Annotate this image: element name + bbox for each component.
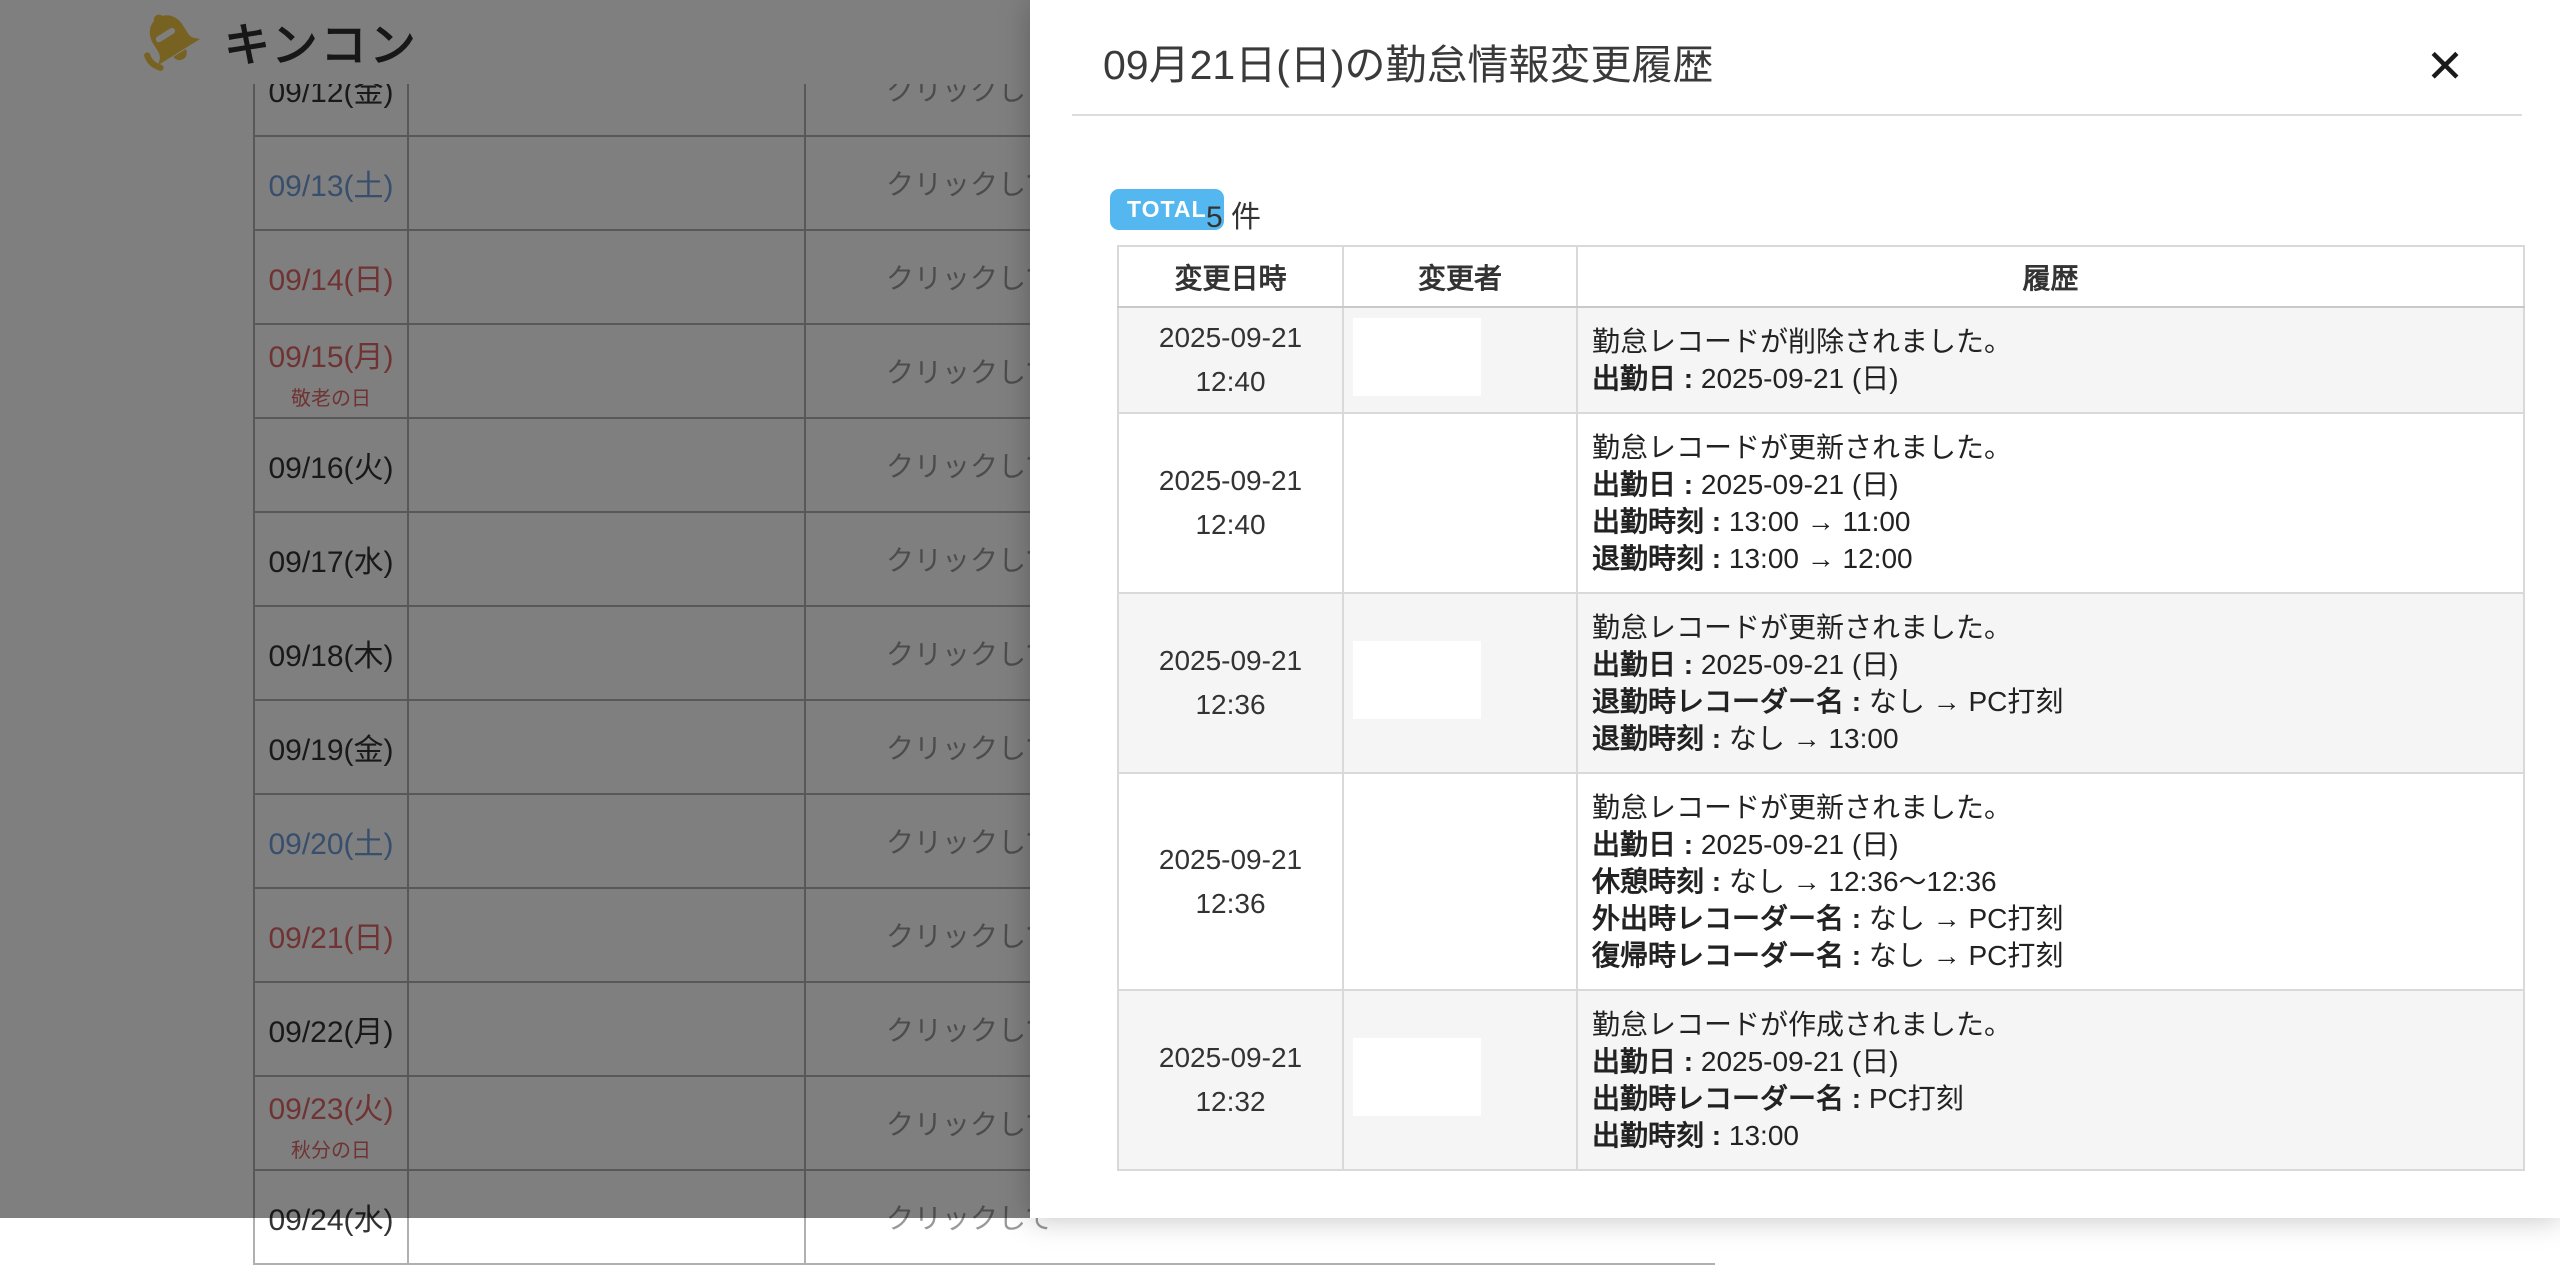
history-field-value: 勤怠レコードが更新されました。: [1592, 792, 2012, 823]
close-icon[interactable]: ✕: [2410, 38, 2480, 94]
change-date: 2025-09-21: [1120, 838, 1341, 882]
history-field-value: 勤怠レコードが削除されました。: [1592, 326, 2012, 357]
history-field-label: 出勤日 :: [1592, 829, 1701, 860]
history-field-label: 出勤日 :: [1592, 363, 1701, 394]
history-line: 出勤日 : 2025-09-21 (日): [1592, 826, 2513, 863]
history-row: 2025-09-2112:36 勤怠レコードが更新されました。出勤日 : 2025…: [1118, 593, 2524, 773]
history-line: 出勤日 : 2025-09-21 (日): [1592, 466, 2513, 503]
history-field-label: 外出時レコーダー名 :: [1592, 903, 1869, 934]
attendance-history-modal: 09月21日(日)の勤怠情報変更履歴 ✕ TOTAL 5 件 変更日時 変更者 …: [1030, 0, 2560, 1218]
change-time: 12:36: [1120, 882, 1341, 926]
redacted-changer-name: [1353, 839, 1481, 917]
history-header-row: 変更日時 変更者 履歴: [1118, 246, 2524, 307]
change-datetime-cell: 2025-09-2112:40: [1118, 413, 1343, 593]
history-field-value: 勤怠レコードが作成されました。: [1592, 1009, 2012, 1040]
header-history: 履歴: [1577, 246, 2524, 307]
changer-cell: [1343, 413, 1577, 593]
history-detail-cell: 勤怠レコードが削除されました。出勤日 : 2025-09-21 (日): [1577, 307, 2524, 413]
change-date: 2025-09-21: [1120, 316, 1341, 360]
history-line: 出勤日 : 2025-09-21 (日): [1592, 1043, 2513, 1080]
history-row: 2025-09-2112:32 勤怠レコードが作成されました。出勤日 : 2025…: [1118, 990, 2524, 1170]
change-time: 12:36: [1120, 683, 1341, 727]
history-field-value: なし → PC打刻: [1869, 686, 2063, 717]
history-field-label: 出勤日 :: [1592, 649, 1701, 680]
redacted-changer-name: [1353, 1038, 1481, 1116]
redacted-changer-name: [1353, 318, 1481, 396]
history-line: 出勤日 : 2025-09-21 (日): [1592, 360, 2513, 397]
changer-cell: [1343, 773, 1577, 990]
history-field-label: 退勤時レコーダー名 :: [1592, 686, 1869, 717]
history-field-value: 勤怠レコードが更新されました。: [1592, 432, 2012, 463]
history-line: 退勤時刻 : 13:00 → 12:00: [1592, 540, 2513, 577]
history-line: 休憩時刻 : なし → 12:36〜12:36: [1592, 863, 2513, 900]
history-table-body: 2025-09-2112:40勤怠レコードが削除されました。出勤日 : 2025…: [1118, 307, 2524, 1170]
history-field-label: 退勤時刻 :: [1592, 723, 1729, 754]
history-row: 2025-09-2112:40 勤怠レコードが更新されました。出勤日 : 2025…: [1118, 413, 2524, 593]
history-table: 変更日時 変更者 履歴 2025-09-2112:40勤怠レコードが削除されまし…: [1117, 245, 2525, 1171]
total-count: 5 件: [1206, 192, 1261, 236]
history-line: 退勤時刻 : なし → 13:00: [1592, 720, 2513, 757]
redacted-changer-name: [1353, 641, 1481, 719]
change-time: 12:40: [1120, 503, 1341, 547]
header-changer: 変更者: [1343, 246, 1577, 307]
change-datetime-cell: 2025-09-2112:36: [1118, 593, 1343, 773]
history-detail-cell: 勤怠レコードが更新されました。出勤日 : 2025-09-21 (日)休憩時刻 …: [1577, 773, 2524, 990]
history-field-value: 2025-09-21 (日): [1701, 1046, 1899, 1077]
history-field-value: 13:00 → 11:00: [1729, 506, 1911, 537]
history-line: 勤怠レコードが更新されました。: [1592, 609, 2513, 646]
change-datetime-cell: 2025-09-2112:36: [1118, 773, 1343, 990]
history-field-label: 出勤時レコーダー名 :: [1592, 1083, 1869, 1114]
history-line: 勤怠レコードが作成されました。: [1592, 1006, 2513, 1043]
history-detail-cell: 勤怠レコードが更新されました。出勤日 : 2025-09-21 (日)退勤時レコ…: [1577, 593, 2524, 773]
header-change-datetime: 変更日時: [1118, 246, 1343, 307]
history-line: 勤怠レコードが更新されました。: [1592, 429, 2513, 466]
history-line: 勤怠レコードが更新されました。: [1592, 789, 2513, 826]
history-line: 外出時レコーダー名 : なし → PC打刻: [1592, 900, 2513, 937]
history-line: 出勤時刻 : 13:00 → 11:00: [1592, 503, 2513, 540]
history-line: 退勤時レコーダー名 : なし → PC打刻: [1592, 683, 2513, 720]
history-field-value: 13:00 → 12:00: [1729, 543, 1913, 574]
changer-cell: [1343, 990, 1577, 1170]
history-field-label: 休憩時刻 :: [1592, 866, 1729, 897]
history-field-label: 復帰時レコーダー名 :: [1592, 940, 1869, 971]
change-date: 2025-09-21: [1120, 1036, 1341, 1080]
history-detail-cell: 勤怠レコードが作成されました。出勤日 : 2025-09-21 (日)出勤時レコ…: [1577, 990, 2524, 1170]
history-field-label: 退勤時刻 :: [1592, 543, 1729, 574]
history-field-label: 出勤時刻 :: [1592, 1120, 1729, 1151]
history-field-value: 2025-09-21 (日): [1701, 363, 1899, 394]
change-time: 12:32: [1120, 1080, 1341, 1124]
history-field-value: なし → 12:36〜12:36: [1729, 866, 1997, 897]
history-line: 出勤時レコーダー名 : PC打刻: [1592, 1080, 2513, 1117]
history-line: 出勤時刻 : 13:00: [1592, 1117, 2513, 1154]
history-field-value: なし → 13:00: [1729, 723, 1899, 754]
history-field-value: 2025-09-21 (日): [1701, 829, 1899, 860]
change-datetime-cell: 2025-09-2112:32: [1118, 990, 1343, 1170]
history-field-value: 13:00: [1729, 1120, 1799, 1151]
history-field-value: PC打刻: [1869, 1083, 1964, 1114]
history-line: 出勤日 : 2025-09-21 (日): [1592, 646, 2513, 683]
redacted-changer-name: [1353, 461, 1481, 539]
history-row: 2025-09-2112:36 勤怠レコードが更新されました。出勤日 : 2025…: [1118, 773, 2524, 990]
history-field-value: 2025-09-21 (日): [1701, 469, 1899, 500]
history-field-value: なし → PC打刻: [1869, 940, 2063, 971]
history-line: 勤怠レコードが削除されました。: [1592, 323, 2513, 360]
history-detail-cell: 勤怠レコードが更新されました。出勤日 : 2025-09-21 (日)出勤時刻 …: [1577, 413, 2524, 593]
changer-cell: [1343, 593, 1577, 773]
title-divider: [1072, 114, 2522, 116]
history-line: 復帰時レコーダー名 : なし → PC打刻: [1592, 937, 2513, 974]
history-field-label: 出勤日 :: [1592, 469, 1701, 500]
history-field-label: 出勤時刻 :: [1592, 506, 1729, 537]
change-date: 2025-09-21: [1120, 459, 1341, 503]
history-field-value: なし → PC打刻: [1869, 903, 2063, 934]
history-row: 2025-09-2112:40 勤怠レコードが削除されました。出勤日 : 2025…: [1118, 307, 2524, 413]
history-field-label: 出勤日 :: [1592, 1046, 1701, 1077]
modal-title: 09月21日(日)の勤怠情報変更履歴: [1103, 44, 1714, 86]
history-field-value: 勤怠レコードが更新されました。: [1592, 612, 2012, 643]
change-date: 2025-09-21: [1120, 639, 1341, 683]
history-field-value: 2025-09-21 (日): [1701, 649, 1899, 680]
change-datetime-cell: 2025-09-2112:40: [1118, 307, 1343, 413]
changer-cell: [1343, 307, 1577, 413]
change-time: 12:40: [1120, 360, 1341, 404]
